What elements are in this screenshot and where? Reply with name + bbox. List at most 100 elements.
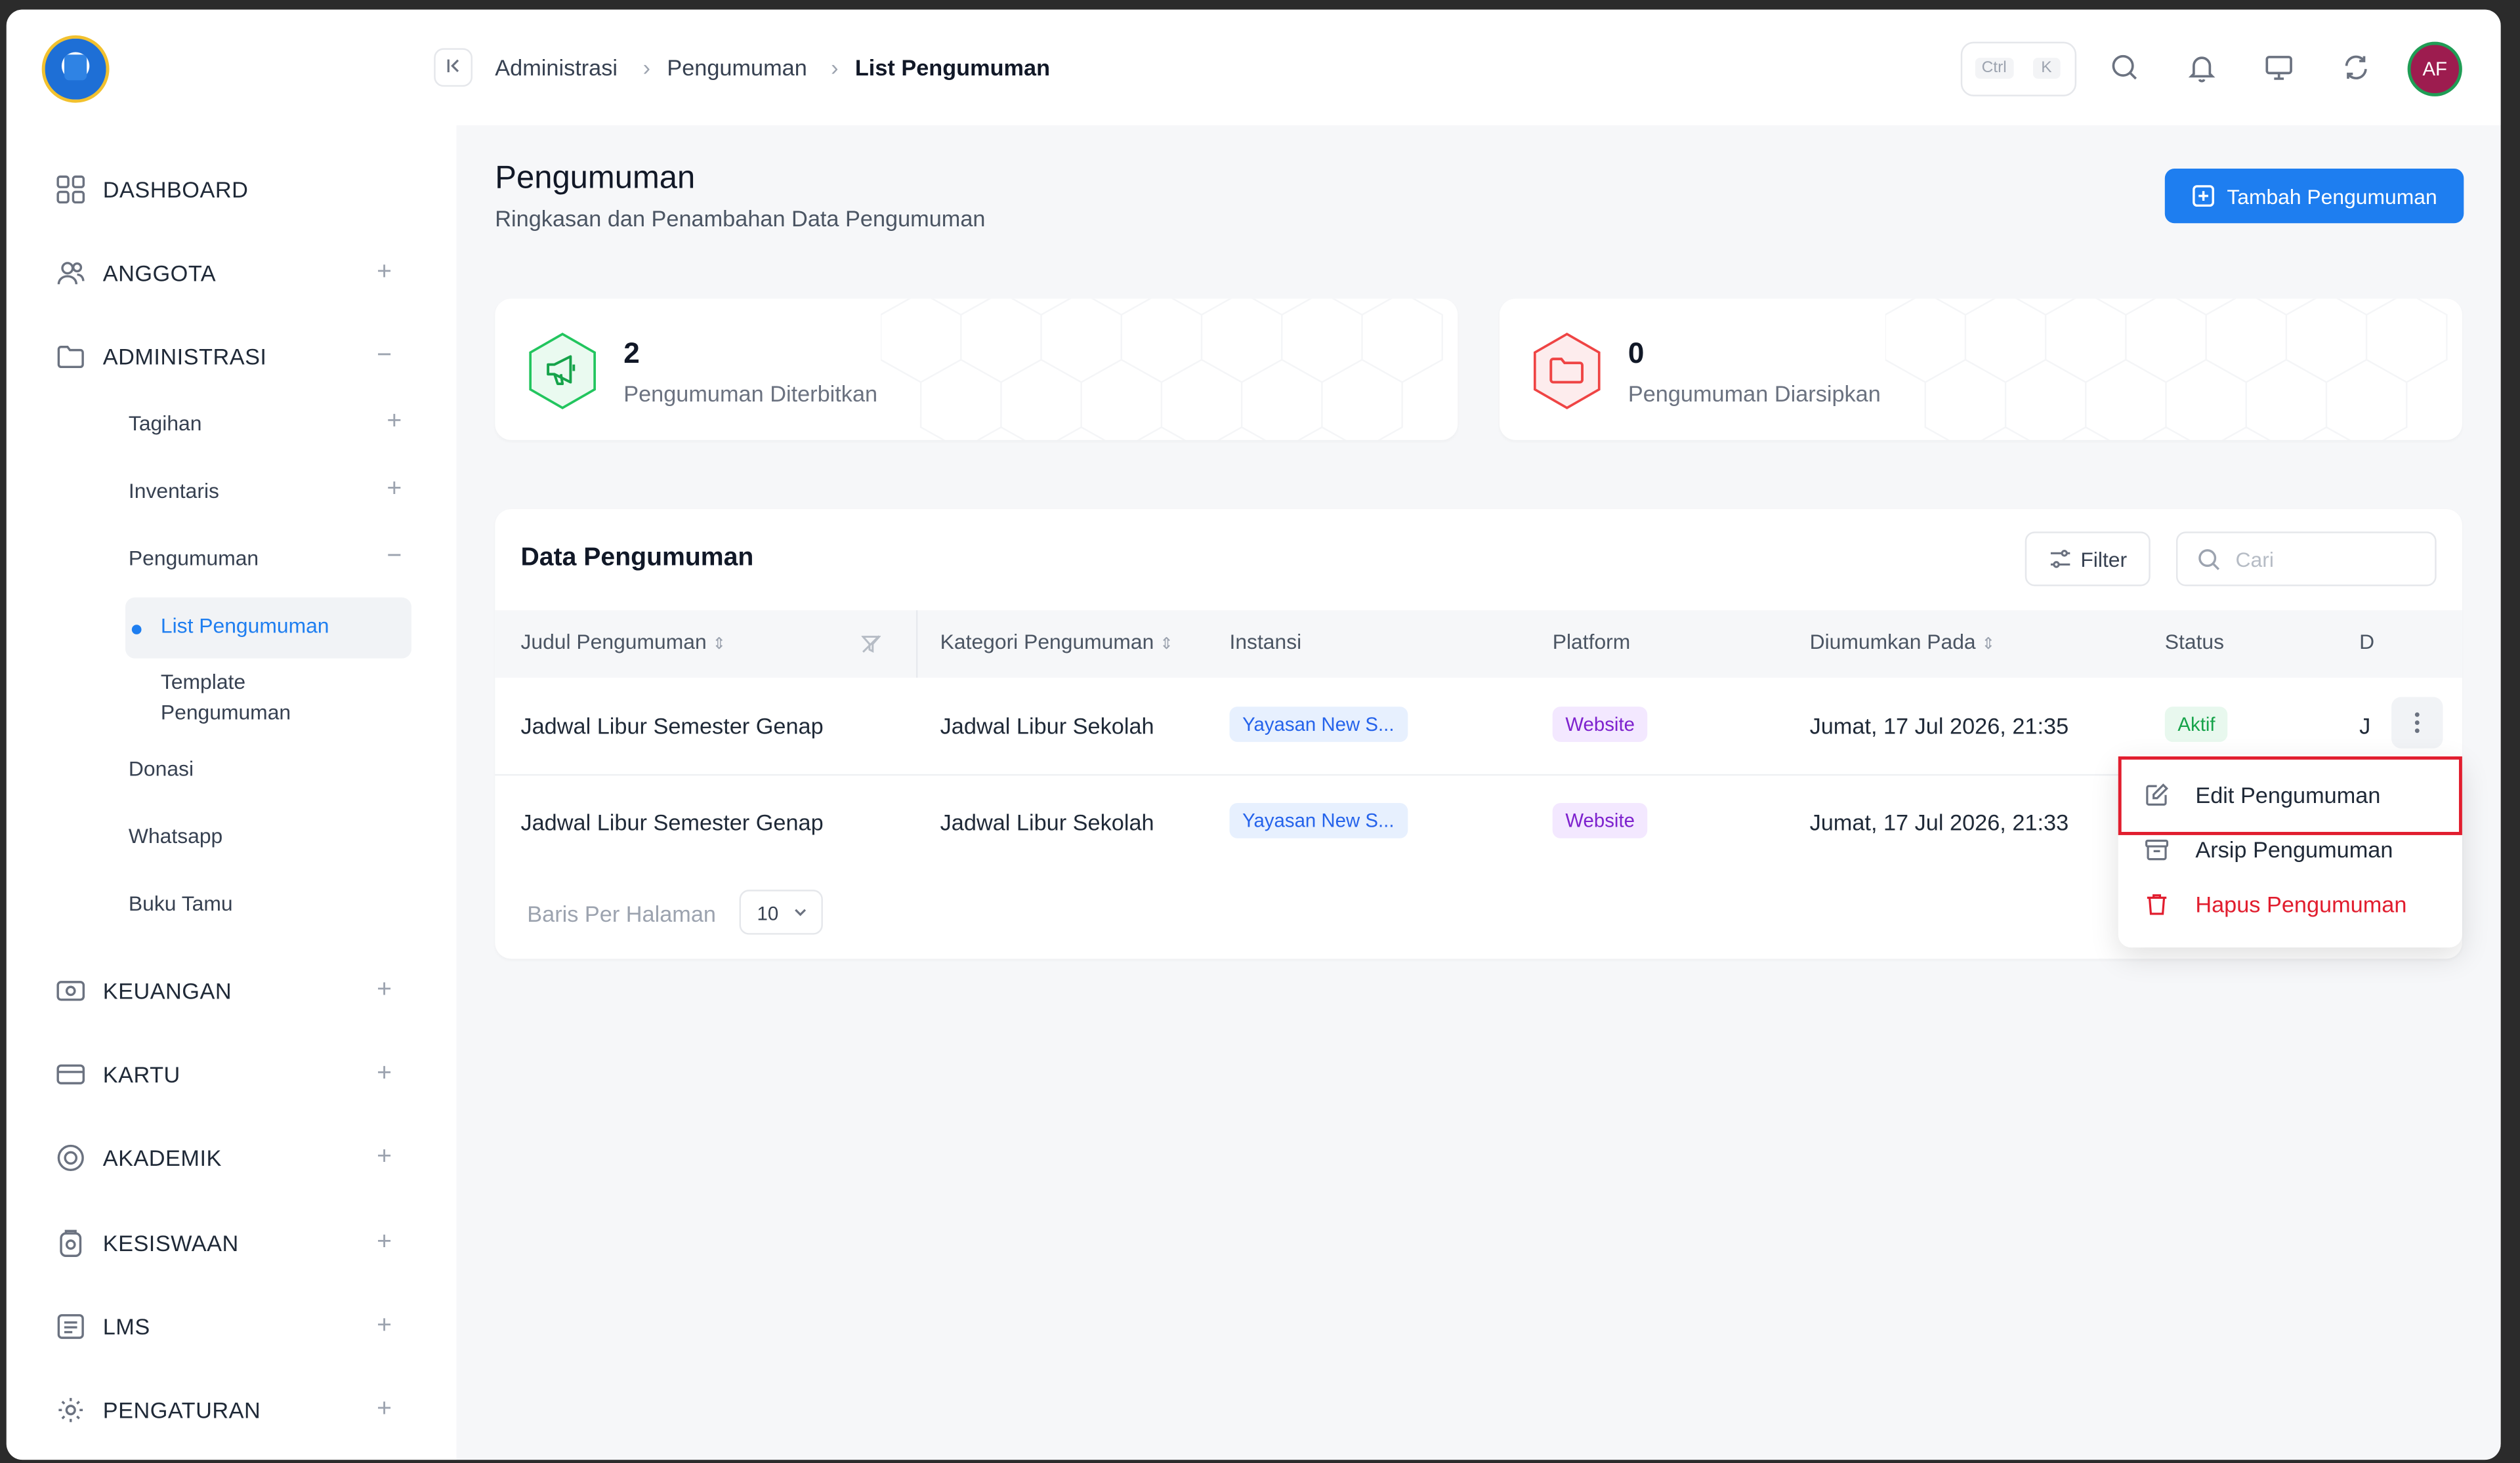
expand-icon[interactable]: + [387,476,402,505]
search-input[interactable]: Cari [2175,531,2437,587]
sidebar-subitem-inventaris[interactable]: Inventaris + [128,476,402,505]
sidebar-subitem-label: Donasi [128,756,194,781]
clear-filter-icon[interactable] [860,632,881,661]
sort-icon[interactable]: ⇕ [713,636,726,653]
school-logo[interactable] [41,35,110,103]
breadcrumb-administrasi[interactable]: Administrasi [495,54,618,80]
sidebar-subitem-label: Whatsapp [128,823,223,848]
sidebar-item-lms[interactable]: LMS + [54,1308,408,1346]
expand-icon[interactable]: + [377,1060,392,1089]
sidebar-subitem-label: Pengumuman [128,546,259,571]
column-judul[interactable]: Judul Pengumuman ⇕ [520,630,726,654]
menu-item-archive[interactable]: Arsip Pengumuman [2144,836,2393,863]
sidebar-item-anggota[interactable]: ANGGOTA + [54,254,408,293]
filter-button[interactable]: Filter [2025,531,2151,587]
row-actions-button[interactable] [2391,697,2443,749]
gear-icon [54,1394,87,1426]
cell-kategori: Jadwal Libur Sekolah [940,712,1154,739]
sidebar-subitem-whatsapp[interactable]: Whatsapp [129,824,402,848]
menu-item-label: Arsip Pengumuman [2195,836,2393,863]
card-icon [54,1058,87,1090]
sidebar-item-keuangan[interactable]: KEUANGAN + [54,972,408,1010]
rows-per-page-select[interactable]: 10 [739,890,823,935]
expand-icon[interactable]: + [377,976,392,1005]
expand-icon[interactable]: + [377,1144,392,1172]
platform-badge: Website [1552,707,1648,742]
sidebar-subitem-buku-tamu[interactable]: Buku Tamu [129,892,402,916]
hexagon-pattern [880,299,1458,440]
cell-tanggal: Jumat, 17 Jul 2026, 21:35 [1809,712,2069,739]
column-instansi: Instansi [1229,629,1302,654]
cell-judul: Jadwal Libur Semester Genap [520,712,824,739]
column-platform: Platform [1552,629,1631,654]
lms-icon [54,1310,87,1342]
bell-icon[interactable] [2186,51,2218,91]
sidebar-item-list-pengumuman[interactable]: List Pengumuman [161,613,329,638]
cell-tanggal: Jumat, 17 Jul 2026, 21:33 [1809,809,2069,835]
column-d: D [2359,629,2375,654]
selection-highlight-box [2118,756,2462,835]
sidebar-item-pengaturan[interactable]: PENGATURAN + [54,1391,408,1430]
expand-icon[interactable]: + [377,1395,392,1424]
app-window: DASHBOARD ANGGOTA + ADMINISTRASI − Tagih… [6,9,2501,1460]
dashboard-grid-icon [54,173,87,205]
sidebar-subitem-label: Inventaris [128,478,219,503]
users-icon [54,257,87,289]
rows-per-page-value: 10 [757,902,779,925]
sidebar-subitem-pengumuman[interactable]: Pengumuman − [128,543,402,571]
expand-icon[interactable]: + [377,258,392,287]
sidebar-subitem-donasi[interactable]: Donasi [129,756,402,781]
expand-icon[interactable]: + [377,1312,392,1341]
sort-icon[interactable]: ⇕ [1982,636,1996,653]
column-kategori[interactable]: Kategori Pengumuman ⇕ [940,630,1173,654]
page-title: Pengumuman [495,160,696,196]
student-icon [54,1227,87,1259]
hexagon-pattern [1884,299,2462,440]
sidebar-item-dashboard[interactable]: DASHBOARD [54,170,408,209]
money-icon [54,975,87,1007]
chevron-right-icon: › [642,54,651,81]
sort-icon[interactable]: ⇕ [1160,636,1173,653]
column-status: Status [2164,629,2225,654]
expand-icon[interactable]: + [387,408,402,437]
kbd-k: K [2032,58,2060,79]
sidebar-item-kartu[interactable]: KARTU + [54,1055,408,1094]
monitor-icon[interactable] [2263,51,2295,91]
stat-archived-value: 0 [1628,337,1645,370]
column-diumumkan[interactable]: Diumumkan Pada ⇕ [1810,630,1995,654]
sidebar-item-akademik[interactable]: AKADEMIK + [54,1139,408,1178]
filter-label: Filter [2080,546,2128,571]
sidebar-item-label: KESISWAAN [102,1230,239,1256]
sidebar-item-template-pengumuman[interactable]: Template Pengumuman [161,667,322,728]
status-badge: Aktif [2164,707,2229,742]
sidebar-item-administrasi[interactable]: ADMINISTRASI − [54,337,408,376]
stat-archived-label: Pengumuman Diarsipkan [1628,381,1881,407]
sidebar-subitem-label: Buku Tamu [128,891,233,916]
filter-icon [2048,548,2070,570]
expand-icon[interactable]: + [377,1229,392,1258]
breadcrumb-pengumuman[interactable]: Pengumuman [667,54,807,80]
cell-kategori: Jadwal Libur Sekolah [940,809,1154,835]
add-announcement-button[interactable]: Tambah Pengumuman [2164,169,2464,224]
academic-icon [54,1142,87,1174]
collapse-sidebar-button[interactable] [434,48,473,87]
command-palette-shortcut[interactable]: Ctrl K [1960,41,2077,96]
search-icon[interactable] [2109,51,2141,91]
more-vertical-icon [2414,711,2420,733]
sidebar-item-kesiswaan[interactable]: KESISWAAN + [54,1224,408,1262]
collapse-icon[interactable]: − [377,342,392,371]
stat-card-archived: 0 Pengumuman Diarsipkan [1499,299,2462,440]
sidebar-item-label: PENGATURAN [102,1397,261,1423]
cell-d: J [2359,712,2371,739]
sidebar-item-label: LMS [102,1313,150,1340]
trash-icon [2144,892,2173,917]
collapse-icon[interactable]: − [387,543,402,571]
sidebar-subitem-tagihan[interactable]: Tagihan + [129,408,402,437]
folder-icon [54,340,87,373]
refresh-icon[interactable] [2340,51,2372,91]
column-label: Judul Pengumuman [520,629,707,654]
menu-item-delete[interactable]: Hapus Pengumuman [2144,892,2406,917]
avatar[interactable]: AF [2407,41,2462,96]
plus-square-icon [2191,185,2214,207]
megaphone-icon [524,331,601,419]
